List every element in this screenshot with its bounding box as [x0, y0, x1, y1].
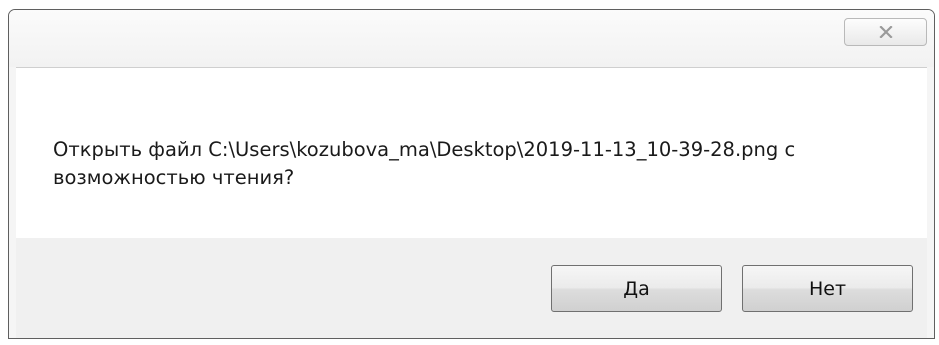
dialog-window: Открыть файл C:\Users\kozubova_ma\Deskto…	[8, 9, 935, 339]
dialog-message: Открыть файл C:\Users\kozubova_ma\Deskto…	[53, 138, 796, 189]
close-button[interactable]	[844, 18, 927, 46]
yes-button[interactable]: Да	[551, 265, 722, 312]
close-icon	[878, 26, 893, 38]
button-bar: Да Нет	[16, 238, 927, 338]
title-bar	[9, 10, 934, 67]
no-button[interactable]: Нет	[742, 265, 913, 312]
dialog-content: Открыть файл C:\Users\kozubova_ma\Deskto…	[16, 67, 927, 239]
